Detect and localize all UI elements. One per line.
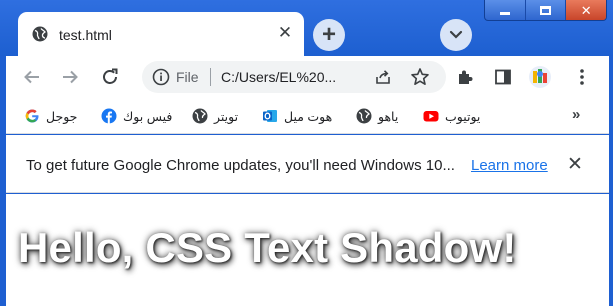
tab-close-button[interactable]: ✕: [276, 24, 294, 42]
page-content: Hello, CSS Text Shadow!: [6, 194, 609, 306]
info-icon[interactable]: [152, 68, 170, 86]
globe-icon: [192, 108, 208, 124]
back-arrow-icon[interactable]: [22, 67, 42, 87]
window-controls: ✕: [484, 0, 607, 21]
reload-icon[interactable]: [100, 67, 120, 87]
new-tab-button[interactable]: +: [313, 19, 345, 51]
plus-icon: +: [321, 21, 336, 48]
address-bar[interactable]: File C:/Users/EL%20...: [142, 61, 446, 93]
bookmark-facebook[interactable]: فيس بوك: [101, 107, 172, 125]
scheme-label: File: [176, 69, 199, 85]
facebook-icon: [101, 108, 117, 124]
share-icon[interactable]: [374, 68, 392, 86]
close-icon: ✕: [580, 2, 592, 18]
side-panel-icon[interactable]: [493, 67, 513, 87]
address-divider: [210, 68, 211, 86]
window-close-button[interactable]: ✕: [566, 0, 606, 20]
bookmark-twitter[interactable]: تويتر: [192, 107, 238, 125]
bookmark-yahoo[interactable]: ياهو: [356, 107, 398, 125]
forward-arrow-icon[interactable]: [60, 67, 80, 87]
bookmark-label: فيس بوك: [123, 109, 173, 124]
extensions-puzzle-icon[interactable]: [455, 67, 475, 87]
google-icon: [25, 109, 39, 123]
chevron-down-icon: [449, 30, 463, 39]
outlook-icon: [263, 110, 277, 122]
menu-dots-icon[interactable]: [572, 67, 592, 87]
maximize-button[interactable]: [526, 0, 567, 20]
bookmark-label: ياهو: [378, 109, 399, 124]
bookmark-label: هوت ميل: [284, 109, 333, 124]
update-infobar: To get future Google Chrome updates, you…: [6, 135, 609, 193]
window-frame-right: [609, 56, 613, 306]
globe-icon: [356, 108, 372, 124]
bookmark-label: يوتيوب: [445, 109, 481, 124]
page-heading: Hello, CSS Text Shadow!: [18, 224, 517, 271]
infobar-close-button[interactable]: ✕: [567, 153, 583, 176]
toolbar: File C:/Users/EL%20...: [6, 56, 609, 98]
url-text[interactable]: C:/Users/EL%20...: [221, 69, 336, 85]
minimize-button[interactable]: [485, 0, 526, 20]
globe-icon: [32, 26, 48, 42]
bookmarks-overflow-button[interactable]: »: [572, 106, 580, 123]
youtube-icon: [423, 111, 439, 122]
tab-search-button[interactable]: [440, 19, 472, 51]
bookmark-youtube[interactable]: يوتيوب: [423, 107, 480, 125]
infobar-message: To get future Google Chrome updates, you…: [26, 157, 455, 174]
bookmark-hotmail[interactable]: هوت ميل: [262, 107, 332, 125]
maximize-icon: [540, 5, 551, 15]
tab-test-html[interactable]: test.html ✕: [18, 12, 304, 56]
learn-more-link[interactable]: Learn more: [471, 157, 548, 174]
bookmark-label: جوجل: [46, 109, 78, 124]
bookmark-google[interactable]: جوجل: [24, 107, 77, 125]
tab-title: test.html: [59, 27, 112, 43]
bookmark-star-icon[interactable]: [410, 67, 430, 87]
minimize-icon: [499, 11, 510, 15]
bookmark-label: تويتر: [214, 109, 239, 124]
bookmarks-bar: جوجل فيس بوك تويتر هوت ميل ياهو يوتيوب »: [6, 98, 609, 134]
profile-avatar-icon[interactable]: [528, 65, 552, 89]
